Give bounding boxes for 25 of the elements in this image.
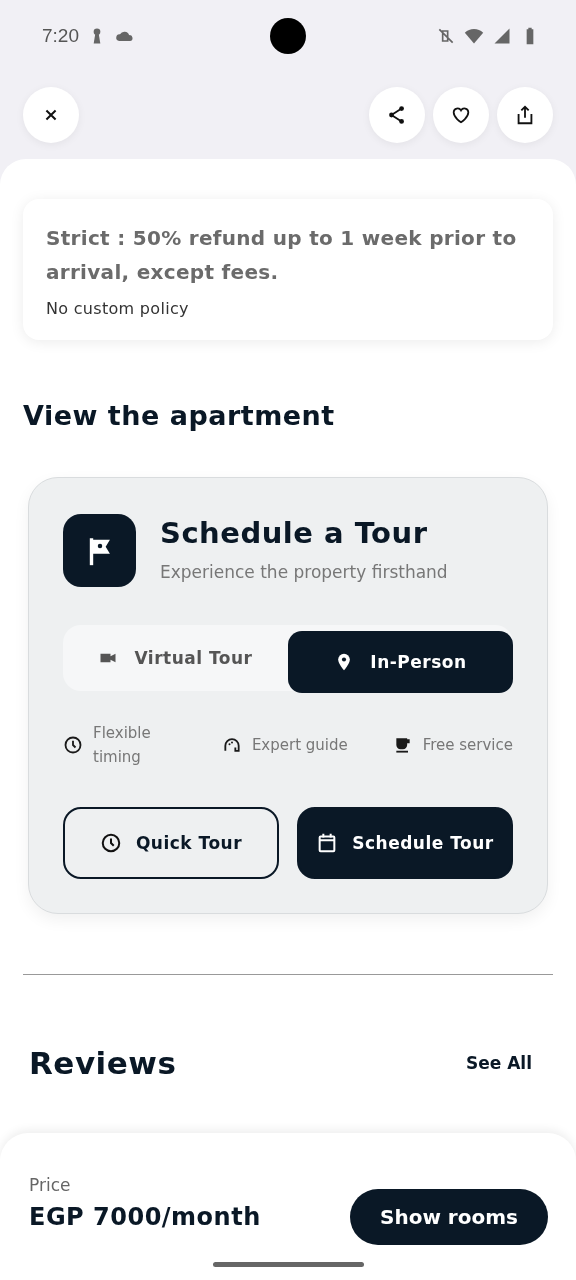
- muted-vibrate-icon: [436, 26, 456, 46]
- schedule-tour-button[interactable]: Schedule Tour: [297, 807, 513, 879]
- card-subtitle: Experience the property firsthand: [160, 562, 448, 582]
- reviews-title: Reviews: [29, 1045, 177, 1081]
- section-title: View the apartment: [23, 400, 336, 431]
- quick-tour-button[interactable]: Quick Tour: [63, 807, 279, 879]
- policy-text: Strict : 50% refund up to 1 week prior to arrival, except fees.: [46, 225, 518, 286]
- feature-label: Free service: [422, 735, 513, 756]
- price-label: Price: [29, 1175, 72, 1195]
- clock-icon: [99, 832, 122, 854]
- card-title: Schedule a Tour: [160, 516, 429, 550]
- camera-cutout: [270, 18, 306, 54]
- tour-type-tab[interactable]: Virtual Tour: [63, 629, 288, 687]
- clock-time: 7:20: [42, 25, 79, 47]
- clock-icon: [63, 735, 83, 755]
- feature-label: Flexible timing: [93, 723, 152, 768]
- see-all-link[interactable]: See All: [465, 1053, 532, 1073]
- feature-label: Expert guide: [251, 735, 348, 756]
- policy-note: No custom policy: [46, 299, 190, 318]
- signal-icon: [492, 26, 512, 46]
- show-rooms-button[interactable]: Show rooms: [350, 1189, 548, 1245]
- wifi-icon: [464, 26, 484, 46]
- headset-icon: [221, 735, 242, 755]
- price-value: EGP 7000/month: [29, 1203, 261, 1231]
- tour-type-tab[interactable]: In-Person: [288, 631, 513, 693]
